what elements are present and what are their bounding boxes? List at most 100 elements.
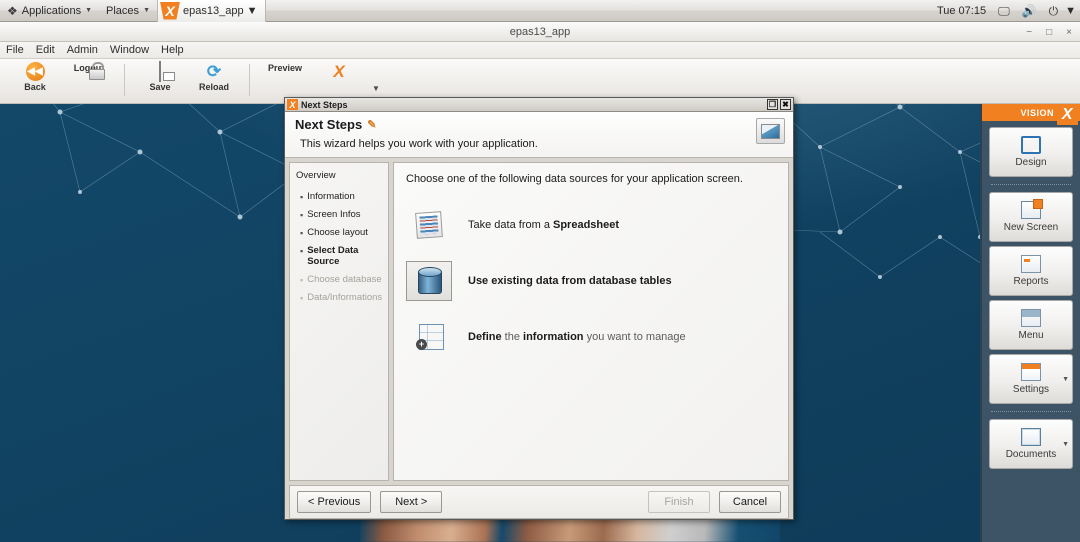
- wizard-step-screen-infos[interactable]: ▪ Screen Infos: [296, 206, 382, 224]
- bullet-icon: ▪: [300, 227, 303, 239]
- chevron-down-icon[interactable]: ▼: [1062, 376, 1069, 383]
- menu-edit[interactable]: Edit: [30, 44, 61, 56]
- wizard-step-label: Data/Informations: [307, 292, 382, 304]
- data-source-option-database[interactable]: Use existing data from database tables: [406, 261, 776, 301]
- window-task-label: epas13_app: [183, 5, 244, 17]
- wizard-subtitle: This wizard helps you work with your app…: [300, 138, 783, 150]
- screen-preview-icon: [756, 118, 785, 144]
- vision-button-documents[interactable]: Documents ▼: [989, 419, 1073, 469]
- dialog-close-button[interactable]: ✖: [780, 99, 791, 110]
- data-source-option-define-information[interactable]: Define the information you want to manag…: [406, 317, 776, 357]
- wizard-step-select-data-source[interactable]: ▪ Select Data Source: [296, 242, 382, 271]
- vision-button-settings[interactable]: Settings ▼: [989, 354, 1073, 404]
- dialog-window-controls: ❐ ✖: [767, 99, 791, 110]
- next-steps-dialog: X Next Steps ❐ ✖ Next Steps ✎ This wizar…: [284, 97, 794, 520]
- database-icon: [406, 261, 452, 301]
- places-menu[interactable]: Places ▼: [99, 0, 157, 22]
- toolbar-logout-button[interactable]: Logout: [62, 59, 116, 103]
- data-source-option-label: Use existing data from database tables: [468, 275, 672, 287]
- vision-button-reports[interactable]: Reports: [989, 246, 1073, 296]
- cancel-button[interactable]: Cancel: [719, 491, 781, 513]
- reports-icon: [1021, 255, 1041, 273]
- data-source-option-spreadsheet[interactable]: Take data from a Spreadsheet: [406, 205, 776, 245]
- toolbar-reload-button[interactable]: ⟳ Reload: [187, 59, 241, 103]
- spreadsheet-icon: [406, 205, 452, 245]
- menu-help[interactable]: Help: [155, 44, 190, 56]
- toolbar-overflow-chevron-down-icon[interactable]: ▼: [366, 84, 386, 93]
- display-icon[interactable]: 🖵: [993, 0, 1015, 22]
- dialog-title-label: Next Steps: [301, 100, 348, 110]
- vision-button-new-screen-label: New Screen: [1004, 222, 1058, 233]
- back-icon: ◀◀: [26, 62, 45, 81]
- toolbar-separator: [124, 64, 125, 96]
- app-titlebar: epas13_app − □ ×: [0, 22, 1080, 42]
- x-brand-icon: X: [1057, 105, 1078, 125]
- chevron-down-icon[interactable]: ▼: [1062, 441, 1069, 448]
- applications-menu-label: Applications: [22, 5, 81, 17]
- wizard-step-choose-layout[interactable]: ▪ Choose layout: [296, 224, 382, 242]
- dialog-titlebar[interactable]: X Next Steps ❐ ✖: [285, 98, 793, 112]
- vision-panel-buttons: Design New Screen Reports Menu Settings …: [982, 121, 1080, 469]
- x-brand-icon: X: [333, 62, 344, 81]
- gnome-foot-icon: ❖: [7, 5, 18, 17]
- menu-list-icon: [1021, 309, 1041, 327]
- clock[interactable]: Tue 07:15: [932, 0, 991, 22]
- gnome-top-panel: ❖ Applications ▼ Places ▼ X epas13_app ▼…: [0, 0, 1080, 22]
- vision-button-design-label: Design: [1015, 157, 1046, 168]
- applications-menu[interactable]: ❖ Applications ▼: [0, 0, 99, 22]
- wizard-prompt: Choose one of the following data sources…: [406, 173, 776, 185]
- wizard-step-label: Screen Infos: [307, 209, 360, 221]
- previous-button[interactable]: < Previous: [297, 491, 371, 513]
- toolbar-save-button[interactable]: Save: [133, 59, 187, 103]
- documents-icon: [1021, 428, 1041, 446]
- bullet-icon: ▪: [300, 245, 303, 268]
- design-crop-icon: [1021, 136, 1041, 154]
- define-information-icon: [406, 317, 452, 357]
- vision-button-reports-label: Reports: [1013, 276, 1048, 287]
- toolbar-back-button[interactable]: ◀◀ Back: [8, 59, 62, 103]
- wizard-heading: Next Steps: [295, 117, 362, 132]
- bullet-icon: ▪: [300, 292, 303, 304]
- data-source-option-label: Define the information you want to manag…: [468, 331, 686, 343]
- chevron-down-icon[interactable]: ▼: [1065, 5, 1076, 17]
- vision-button-design[interactable]: Design: [989, 127, 1073, 177]
- toolbar-preview-label: Preview: [268, 63, 302, 73]
- wizard-step-label: Choose database: [307, 274, 381, 286]
- close-button[interactable]: ×: [1066, 27, 1072, 38]
- wizard-step-information[interactable]: ▪ Information: [296, 188, 382, 206]
- wizard-step-label: Select Data Source: [307, 245, 382, 268]
- volume-icon[interactable]: 🔊: [1017, 0, 1042, 22]
- places-menu-label: Places: [106, 5, 139, 17]
- window-controls: − □ ×: [1026, 22, 1072, 42]
- vision-button-new-screen[interactable]: New Screen: [989, 192, 1073, 242]
- next-button[interactable]: Next >: [380, 491, 442, 513]
- vision-brand-label: VISION: [1020, 108, 1054, 118]
- chevron-down-icon: ▼: [247, 5, 258, 17]
- wizard-step-label: Information: [307, 191, 355, 203]
- window-task-epas13-app[interactable]: X epas13_app ▼: [157, 0, 266, 22]
- app-title: epas13_app: [510, 26, 571, 38]
- wizard-step-choose-database: ▪ Choose database: [296, 271, 382, 289]
- menu-window[interactable]: Window: [104, 44, 155, 56]
- vision-button-menu[interactable]: Menu: [989, 300, 1073, 350]
- wizard-steps-heading: Overview: [296, 170, 382, 181]
- vision-button-documents-label: Documents: [1006, 449, 1057, 460]
- power-icon[interactable]: ⏻: [1044, 0, 1064, 22]
- bullet-icon: ▪: [300, 274, 303, 286]
- menu-admin[interactable]: Admin: [61, 44, 104, 56]
- vision-side-panel: VISION X Design New Screen Reports Menu: [980, 104, 1080, 542]
- toolbar-reload-label: Reload: [199, 82, 229, 92]
- clock-label: Tue 07:15: [937, 5, 986, 17]
- dialog-restore-button[interactable]: ❐: [767, 99, 778, 110]
- chevron-down-icon: ▼: [85, 7, 92, 14]
- minimize-button[interactable]: −: [1026, 27, 1032, 38]
- x-brand-icon: X: [287, 99, 298, 110]
- wizard-heading-row: Next Steps ✎: [295, 117, 783, 132]
- x-brand-icon: X: [160, 2, 180, 20]
- maximize-button[interactable]: □: [1046, 27, 1052, 38]
- pencil-icon: ✎: [367, 118, 376, 131]
- data-source-option-label: Take data from a Spreadsheet: [468, 219, 619, 231]
- menu-file[interactable]: File: [0, 44, 30, 56]
- toolbar-back-label: Back: [24, 82, 46, 92]
- wizard-footer: < Previous Next > Finish Cancel: [289, 485, 789, 519]
